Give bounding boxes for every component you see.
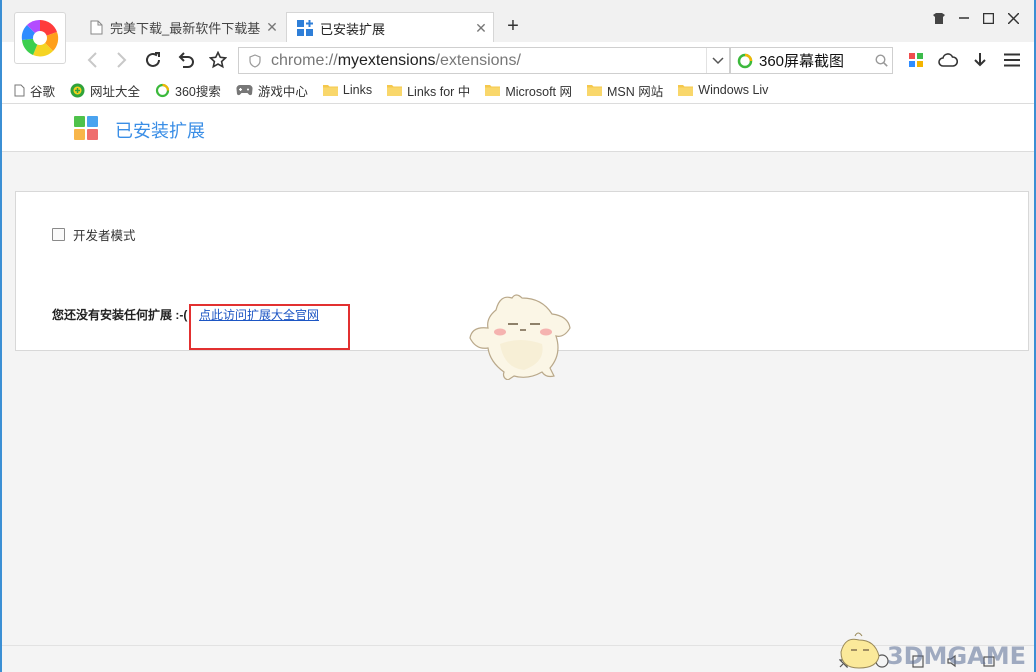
title-bar: 完美下载_最新软件下载基地 ✕ 已安装扩展 ✕ +	[2, 0, 1034, 43]
url-scheme: chrome://	[271, 51, 338, 69]
toolbar: chrome://myextensions/extensions/ 360屏幕截…	[2, 42, 1034, 77]
folder-icon	[387, 84, 403, 96]
bookmark-label: Links	[342, 83, 373, 97]
skin-icon[interactable]	[926, 8, 951, 28]
bookmark-360-search[interactable]: 360搜索	[155, 81, 221, 100]
bookmark-label: 谷歌	[30, 84, 56, 99]
menu-icon[interactable]	[996, 49, 1028, 71]
search-box[interactable]: 360屏幕截图	[730, 47, 893, 74]
apps-grid-icon[interactable]	[900, 49, 932, 71]
bookmark-label: Microsoft 网	[505, 84, 572, 99]
window-controls	[926, 8, 1026, 28]
new-tab-button[interactable]: +	[502, 15, 524, 38]
url-hub-icon	[70, 83, 85, 98]
page-icon	[90, 20, 103, 35]
address-bar[interactable]: chrome://myextensions/extensions/	[238, 47, 730, 74]
folder-icon	[485, 84, 501, 96]
watermark-text: 3DMGAME	[886, 642, 1026, 670]
gamepad-icon	[236, 84, 253, 96]
360-search-icon	[155, 83, 170, 98]
download-icon[interactable]	[964, 49, 996, 71]
bookmark-url-hub[interactable]: 网址大全	[70, 81, 140, 100]
folder-icon	[587, 84, 602, 96]
empty-extensions-message: 您还没有安装任何扩展 :-(	[52, 308, 188, 322]
bookmark-folder-microsoft[interactable]: Microsoft 网	[485, 81, 572, 100]
bookmarks-bar: 谷歌 网址大全 360搜索 游戏中心 Links Links for 中 Mic…	[2, 77, 1034, 104]
bookmark-google[interactable]: 谷歌	[14, 81, 55, 100]
bookmark-label: MSN 网站	[607, 84, 664, 99]
bookmark-folder-windows-live[interactable]: Windows Liv	[678, 83, 768, 97]
bookmark-label: Links for 中	[407, 84, 471, 99]
tab-title: 已安装扩展	[320, 21, 386, 37]
developer-mode-toggle[interactable]: 开发者模式	[52, 225, 136, 244]
maximize-button[interactable]	[976, 8, 1001, 28]
close-icon[interactable]: ✕	[260, 19, 284, 36]
mascot-watermark-icon	[840, 632, 880, 669]
page-title: 已安装扩展	[115, 121, 205, 141]
reload-button[interactable]	[141, 48, 165, 72]
close-icon[interactable]: ✕	[469, 20, 493, 37]
bookmark-label: 游戏中心	[257, 84, 308, 99]
bookmark-folder-links-for[interactable]: Links for 中	[387, 81, 470, 100]
bookmark-game-center[interactable]: 游戏中心	[236, 81, 308, 100]
minimize-button[interactable]	[951, 8, 976, 28]
shield-icon	[249, 53, 261, 68]
mascot-illustration	[466, 292, 574, 385]
browser-window: 完美下载_最新软件下载基地 ✕ 已安装扩展 ✕ + chrome:// myex…	[0, 0, 1036, 672]
developer-mode-label: 开发者模式	[73, 229, 136, 243]
undo-close-button[interactable]	[174, 48, 198, 72]
bookmark-label: 网址大全	[90, 84, 141, 99]
cloud-icon[interactable]	[932, 49, 964, 71]
highlight-box	[189, 304, 350, 350]
browser-logo-icon	[21, 19, 59, 57]
url-path: /extensions/	[435, 51, 521, 69]
forward-button[interactable]	[110, 48, 134, 72]
page-header: 已安装扩展	[2, 104, 1034, 152]
bookmark-folder-links[interactable]: Links	[322, 83, 373, 97]
folder-icon	[322, 84, 338, 96]
browser-logo[interactable]	[14, 12, 66, 64]
url-host: myextensions	[337, 51, 436, 69]
bookmark-star-icon[interactable]	[206, 48, 230, 72]
toolbar-right-tools	[900, 49, 1028, 71]
page-icon	[14, 84, 25, 97]
back-button[interactable]	[80, 48, 104, 72]
developer-mode-checkbox[interactable]	[52, 228, 65, 241]
watermark: 3DMGAME	[831, 630, 1026, 670]
tab-title: 完美下载_最新软件下载基地	[110, 21, 260, 36]
extensions-grid-icon	[74, 116, 99, 141]
status-bar: 3DMGAME	[2, 632, 1034, 672]
search-input[interactable]: 360屏幕截图	[759, 50, 870, 71]
extensions-grid-icon	[297, 20, 313, 36]
tab-download-site[interactable]: 完美下载_最新软件下载基地 ✕	[80, 12, 284, 43]
bookmark-label: 360搜索	[175, 84, 221, 99]
close-window-button[interactable]	[1001, 8, 1026, 28]
folder-icon	[678, 84, 694, 96]
bookmark-folder-msn[interactable]: MSN 网站	[587, 81, 663, 100]
bookmark-label: Windows Liv	[698, 83, 769, 97]
360-search-icon[interactable]	[737, 53, 753, 69]
chevron-down-icon[interactable]	[706, 48, 729, 73]
tab-installed-extensions[interactable]: 已安装扩展 ✕	[286, 12, 494, 43]
search-icon[interactable]	[870, 54, 892, 67]
